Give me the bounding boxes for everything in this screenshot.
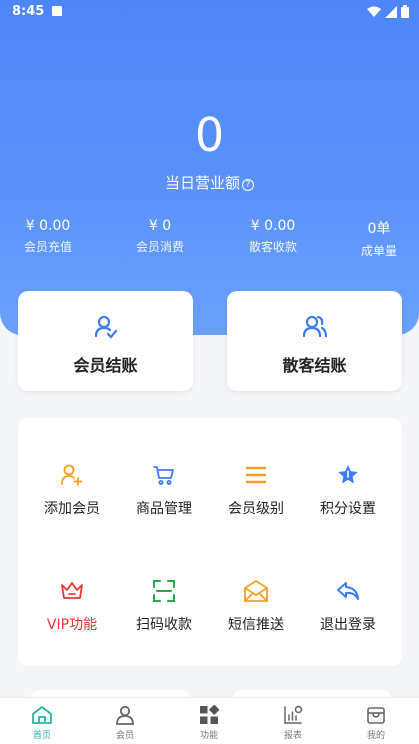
star-icon [338, 465, 358, 484]
grid-icon [200, 705, 219, 724]
add-user-icon [61, 464, 83, 486]
logout-button[interactable]: 退出登录 [300, 578, 396, 634]
reply-icon [337, 582, 359, 600]
bottom-navigation: 首页 会员 功能 报表 我的 [0, 697, 419, 744]
notification-icon [52, 6, 62, 16]
nav-home[interactable]: 首页 [12, 704, 72, 741]
scan-payment-button[interactable]: 扫码收款 [116, 578, 212, 634]
crown-icon [61, 582, 83, 599]
member-level-button[interactable]: 会员级别 [208, 462, 304, 518]
nav-mine[interactable]: 我的 [346, 704, 406, 741]
wifi-icon [367, 6, 381, 17]
nav-function[interactable]: 功能 [179, 704, 239, 741]
points-settings-button[interactable]: 积分设置 [300, 462, 396, 518]
daily-revenue-label: 当日营业额? [0, 172, 419, 193]
signal-icon [385, 5, 397, 18]
stat-member-recharge: ¥ 0.00 会员充值 [23, 218, 72, 254]
user-check-icon [94, 315, 117, 339]
add-member-button[interactable]: 添加会员 [24, 462, 120, 518]
battery-icon [401, 5, 409, 18]
store-icon [367, 707, 385, 724]
member-checkout-button[interactable]: 会员结账 [18, 291, 193, 391]
stat-member-consumption: ¥ 0 会员消费 [135, 218, 184, 254]
header-background [0, 0, 419, 335]
status-time: 8:45 [12, 4, 45, 19]
guest-checkout-button[interactable]: 散客结账 [227, 291, 402, 391]
users-icon [302, 315, 327, 338]
menu-icon [245, 466, 267, 484]
cart-icon [153, 466, 174, 485]
home-icon [32, 706, 52, 724]
sms-push-button[interactable]: 短信推送 [208, 578, 304, 634]
user-icon [116, 705, 134, 725]
stats-row: ¥ 0.00 会员充值 ¥ 0 会员消费 ¥ 0.00 散客收款 0单 成单量 [0, 218, 419, 258]
stat-order-count: 0单 成单量 [360, 221, 397, 258]
product-management-button[interactable]: 商品管理 [116, 462, 212, 518]
scan-icon [153, 580, 175, 602]
mail-icon [244, 580, 268, 602]
function-panel: 添加会员 商品管理 会员级别 积分设置 VIP功能 扫码收款 短信推送 退出登录 [18, 418, 402, 666]
daily-revenue-value: 0 [194, 108, 225, 162]
vip-function-button[interactable]: VIP功能 [24, 578, 120, 634]
nav-member[interactable]: 会员 [95, 704, 155, 741]
stat-guest-payment: ¥ 0.00 散客收款 [248, 218, 297, 254]
status-bar: 8:45 [0, 0, 419, 24]
help-icon[interactable]: ? [242, 179, 254, 191]
chart-icon [284, 705, 303, 724]
nav-report[interactable]: 报表 [263, 704, 323, 741]
